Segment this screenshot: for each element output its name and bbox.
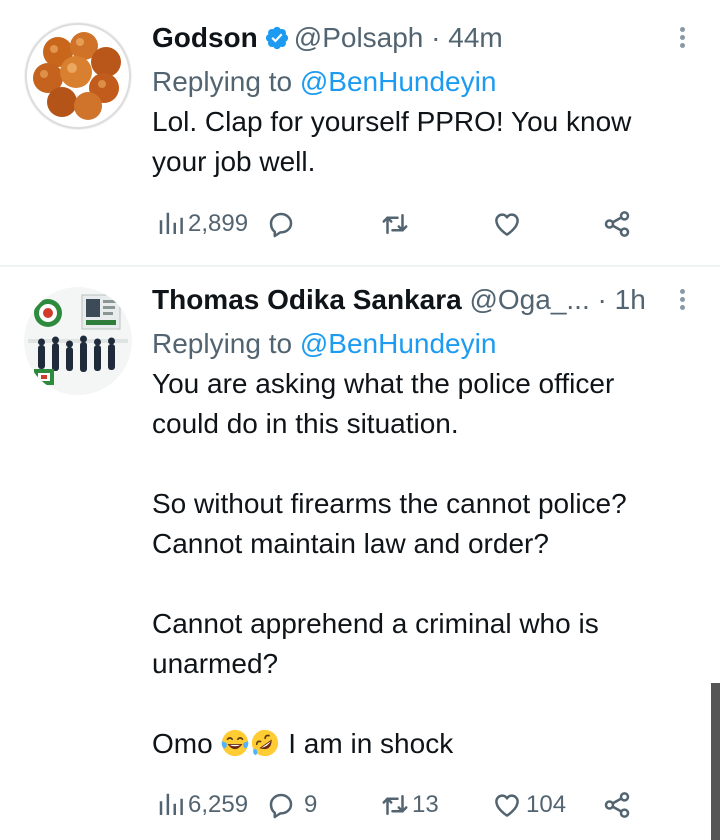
tweet-text: Lol. Clap for yourself PPRO! You know yo… — [152, 102, 690, 182]
views-button[interactable]: 6,259 — [156, 785, 248, 825]
views-count: 6,259 — [188, 791, 249, 818]
mention-link[interactable]: @BenHundeyin — [300, 328, 497, 359]
views-button[interactable]: 2,899 — [156, 204, 248, 244]
reply-button[interactable]: 9 — [266, 785, 317, 825]
user-handle[interactable]: @Polsaph — [294, 22, 424, 53]
tweet-text-line: Cannot maintain law and order? — [152, 528, 549, 559]
tweet-header: Thomas Odika Sankara @Oga_... · 1h — [152, 280, 690, 320]
reply-count: 9 — [304, 791, 318, 818]
views-icon — [159, 212, 183, 234]
more-options-icon[interactable] — [674, 24, 690, 52]
share-icon — [604, 792, 630, 818]
share-icon — [604, 211, 630, 237]
separator-dot: · — [431, 22, 441, 53]
avatar[interactable] — [24, 287, 132, 395]
tweet-text-line: unarmed? — [152, 648, 279, 679]
tweet-text-line: You are asking what the police officer — [152, 368, 615, 399]
display-name[interactable]: Godson — [152, 22, 258, 53]
replying-to: Replying to @BenHundeyin — [152, 324, 496, 364]
tweet-text-word: I am in shock — [288, 728, 454, 759]
tweet-text-line: So without firearms the cannot police? — [152, 488, 627, 519]
like-button[interactable] — [492, 204, 524, 244]
display-name[interactable]: Thomas Odika Sankara — [152, 284, 462, 315]
reply-icon — [269, 793, 293, 819]
tweet-header: Godson @Polsaph · 44m — [152, 18, 690, 58]
tweet-actions: 2,899 — [152, 204, 690, 244]
like-button[interactable]: 104 — [492, 785, 566, 825]
tweet-text-line: Cannot apprehend a criminal who is — [152, 608, 599, 639]
user-handle[interactable]: @Oga_... — [469, 284, 589, 315]
puff-puff-avatar-image — [24, 22, 132, 130]
reply-button[interactable] — [266, 204, 298, 244]
rolling-on-the-floor-laughing-icon — [252, 729, 279, 757]
party-collage-avatar-image — [24, 287, 132, 395]
tweet-text-line: could do in this situation. — [152, 408, 459, 439]
timestamp[interactable]: 44m — [448, 22, 502, 53]
reply-icon — [269, 212, 293, 238]
replying-to-label: Replying to — [152, 66, 293, 97]
like-count: 104 — [526, 791, 567, 818]
replying-to: Replying to @BenHundeyin — [152, 62, 496, 102]
retweet-button[interactable] — [380, 204, 412, 244]
retweet-count: 13 — [412, 791, 439, 818]
heart-icon — [495, 794, 519, 817]
tweet-godson[interactable]: Godson @Polsaph · 44m Replying to @BenHun… — [0, 0, 720, 265]
more-options-icon[interactable] — [674, 286, 690, 314]
tweet-text-last-line: Omo I am in shock — [152, 724, 690, 764]
tweet-actions: 6,259 9 13 104 — [152, 785, 690, 825]
views-count: 2,899 — [188, 210, 249, 237]
retweet-icon — [382, 795, 408, 815]
retweet-button[interactable]: 13 — [380, 785, 439, 825]
tweet-text: You are asking what the police officer c… — [152, 364, 690, 764]
replying-to-label: Replying to — [152, 328, 293, 359]
share-button[interactable] — [602, 204, 632, 244]
face-with-tears-of-joy-icon — [222, 729, 249, 757]
separator-dot: · — [597, 284, 607, 315]
avatar[interactable] — [24, 22, 132, 130]
heart-icon — [495, 213, 519, 236]
timestamp[interactable]: 1h — [615, 284, 646, 315]
scrollbar[interactable] — [711, 683, 720, 840]
mention-link[interactable]: @BenHundeyin — [300, 66, 497, 97]
tweet-text-word: Omo — [152, 728, 213, 759]
tweet-content: Godson @Polsaph · 44m Replying to @BenHun… — [152, 18, 690, 258]
retweet-icon — [382, 214, 408, 234]
tweet-content: Thomas Odika Sankara @Oga_... · 1h Reply… — [152, 280, 690, 835]
tweet-text-line: your job well. — [152, 146, 316, 177]
share-button[interactable] — [602, 785, 632, 825]
tweet-text-line: Lol. Clap for yourself PPRO! You know — [152, 106, 632, 137]
views-icon — [159, 793, 183, 815]
verified-badge-icon — [264, 22, 290, 50]
